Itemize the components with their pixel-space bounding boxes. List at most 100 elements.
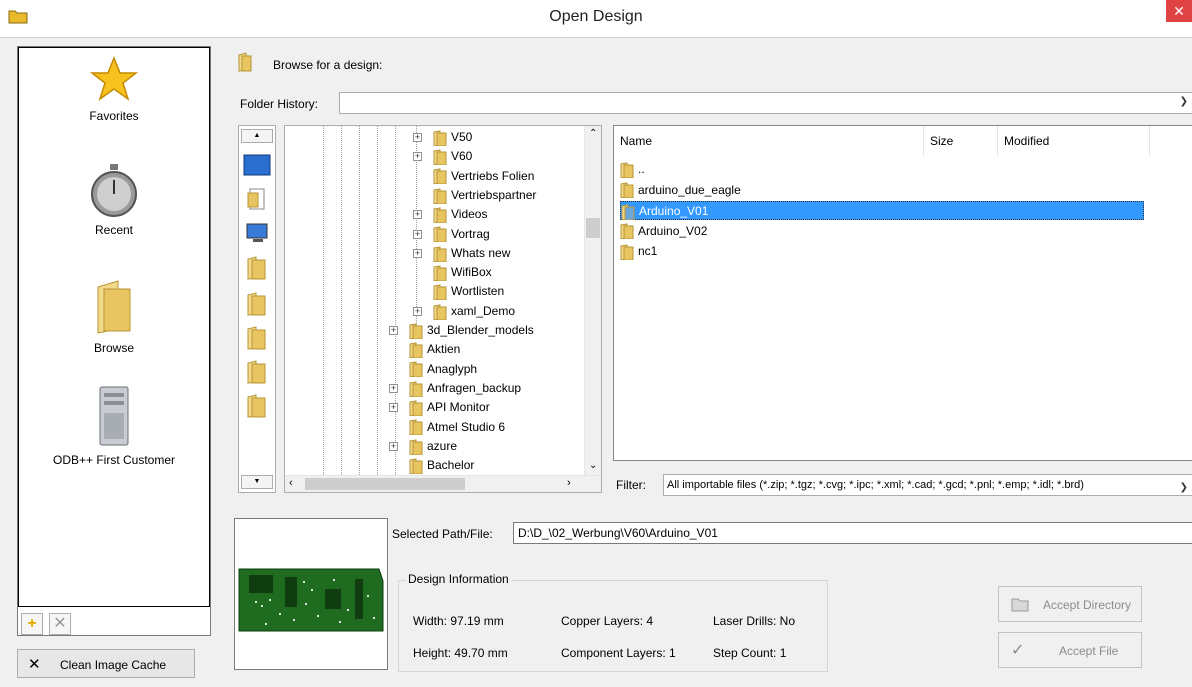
file-row[interactable]: Arduino_V02 xyxy=(620,222,707,241)
tree-item[interactable]: Bachelor xyxy=(409,456,474,475)
clean-cache-label: Clean Image Cache xyxy=(60,658,167,672)
tree-item[interactable]: Aktien xyxy=(409,340,460,359)
tree-hscroll-thumb[interactable] xyxy=(305,478,465,490)
tree-expander-icon[interactable]: + xyxy=(413,306,422,316)
folder-history-combo[interactable]: ❯ xyxy=(339,92,1192,114)
clean-image-cache-button[interactable]: ✕ Clean Image Cache xyxy=(17,649,195,678)
tree-expander-icon[interactable]: + xyxy=(413,133,422,142)
folder-icon xyxy=(433,207,447,224)
tree-item-label: V60 xyxy=(451,149,473,164)
documents-icon[interactable] xyxy=(247,188,267,210)
tree-item-label: Vertriebs Folien xyxy=(451,168,535,183)
tree-item[interactable]: Atmel Studio 6 xyxy=(409,418,505,437)
desktop-icon[interactable] xyxy=(243,154,271,176)
tree-guide-line xyxy=(323,126,324,475)
places-scroll-down-button[interactable]: ▼ xyxy=(241,475,273,489)
tree-expander-icon[interactable]: + xyxy=(389,403,398,413)
file-row[interactable]: Arduino_V01 xyxy=(620,201,1144,221)
browse-folder-icon xyxy=(238,52,252,72)
tree-vertical-scrollbar[interactable]: ⌃ ⌄ xyxy=(584,126,601,475)
scroll-left-icon[interactable]: ‹ xyxy=(289,477,293,489)
tree-item[interactable]: xaml_Demo xyxy=(433,302,515,321)
checkmark-icon: ✓ xyxy=(1011,642,1025,659)
tree-item-label: API Monitor xyxy=(427,400,490,415)
tree-item-label: xaml_Demo xyxy=(451,303,516,318)
column-header-size[interactable]: Size xyxy=(924,126,998,156)
folder-shortcut-icon[interactable] xyxy=(247,394,267,418)
selected-path-field[interactable]: D:\D_\02_Werbung\V60\Arduino_V01 xyxy=(513,522,1192,544)
star-icon xyxy=(90,55,138,101)
scroll-up-icon[interactable]: ⌃ xyxy=(589,128,597,139)
tree-item[interactable]: Whats new xyxy=(433,244,510,263)
folder-icon xyxy=(433,130,447,146)
tree-item[interactable]: V60 xyxy=(433,147,472,166)
file-row[interactable]: .. xyxy=(620,160,645,179)
scroll-right-icon[interactable]: › xyxy=(567,477,571,489)
tree-expander-icon[interactable]: + xyxy=(413,248,422,258)
column-header-modified[interactable]: Modified xyxy=(998,126,1150,156)
tree-expander-icon[interactable]: + xyxy=(389,326,398,335)
nav-item-favorites[interactable]: Favorites xyxy=(18,55,210,123)
folder-icon xyxy=(433,303,447,320)
tree-item[interactable]: Wortlisten xyxy=(433,282,504,301)
tree-expander-icon[interactable]: + xyxy=(389,383,398,393)
tree-horizontal-scrollbar[interactable]: ‹ › xyxy=(285,475,601,492)
folder-shortcut-icon[interactable] xyxy=(247,256,267,280)
tree-item[interactable]: Anaglyph xyxy=(409,360,477,379)
tree-item-label: Bachelor xyxy=(427,458,475,473)
file-row[interactable]: nc1 xyxy=(620,242,657,261)
tree-expander-icon[interactable]: + xyxy=(389,441,398,451)
computer-icon[interactable] xyxy=(245,222,271,244)
file-name: .. xyxy=(638,162,645,176)
tree-expander-icon[interactable]: + xyxy=(413,152,422,162)
tree-item[interactable]: V50 xyxy=(433,128,472,147)
column-header-name[interactable]: Name xyxy=(614,126,924,156)
accept-directory-button[interactable]: Accept Directory xyxy=(998,586,1142,622)
file-row[interactable]: arduino_due_eagle xyxy=(620,181,741,200)
tree-item[interactable]: Vortrag xyxy=(433,225,490,244)
nav-item-recent[interactable]: Recent xyxy=(18,163,210,237)
folder-icon xyxy=(409,381,423,397)
tree-item[interactable]: API Monitor xyxy=(409,398,490,417)
tree-guide-line xyxy=(341,126,342,475)
close-button[interactable]: ✕ xyxy=(1166,0,1192,22)
scroll-down-icon[interactable]: ⌄ xyxy=(589,460,597,471)
folder-tree[interactable]: V50 + V60 + Vertriebs Folien Vertriebspartner… xyxy=(284,125,602,493)
chevron-down-icon[interactable]: ❯ xyxy=(1175,478,1188,495)
filter-value: All importable files (*.zip; *.tgz; *.cv… xyxy=(667,479,1084,491)
tree-item[interactable]: Vertriebs Folien xyxy=(433,167,534,186)
folder-icon xyxy=(433,168,447,185)
nav-item-odb-customer[interactable]: ODB++ First Customer xyxy=(18,385,210,467)
folder-icon xyxy=(620,162,634,179)
folder-icon xyxy=(433,284,447,301)
places-scroll-up-button[interactable]: ▲ xyxy=(241,129,273,143)
tree-item[interactable]: Anfragen_backup xyxy=(409,379,521,398)
tree-item[interactable]: Videos xyxy=(433,205,487,224)
nav-item-browse[interactable]: Browse xyxy=(18,279,210,355)
folder-shortcut-icon[interactable] xyxy=(247,360,267,384)
folder-shortcut-icon[interactable] xyxy=(247,292,267,316)
remove-favorite-button[interactable]: ✕ xyxy=(49,613,71,635)
tree-scroll-thumb[interactable] xyxy=(586,218,600,238)
folder-shortcut-icon[interactable] xyxy=(247,326,267,350)
places-bar: ▲ ▼ xyxy=(238,125,276,493)
filter-combo[interactable]: All importable files (*.zip; *.tgz; *.cv… xyxy=(663,474,1192,496)
folder-icon xyxy=(433,226,447,243)
tree-item-label: Whats new xyxy=(451,245,511,260)
tree-item-label: azure xyxy=(427,438,458,453)
tree-item[interactable]: Vertriebspartner xyxy=(433,186,536,205)
tree-item[interactable]: azure xyxy=(409,437,457,456)
tree-item[interactable]: WifiBox xyxy=(433,263,492,282)
close-icon: ✕ xyxy=(1173,3,1185,19)
add-favorite-button[interactable]: + xyxy=(21,613,43,635)
clean-cache-icon: ✕ xyxy=(28,656,41,673)
accept-file-button[interactable]: ✓ Accept File xyxy=(998,632,1142,668)
tree-expander-icon[interactable]: + xyxy=(413,229,422,239)
tree-expander-icon[interactable]: + xyxy=(413,210,422,220)
folder-icon xyxy=(620,223,634,240)
design-information-title: Design Information xyxy=(406,572,511,586)
file-list[interactable]: Name Size Modified .. arduino_due_eagle Ar… xyxy=(613,125,1192,461)
chevron-down-icon[interactable]: ❯ xyxy=(1180,96,1188,107)
tree-item[interactable]: 3d_Blender_models xyxy=(409,321,534,340)
folder-icon xyxy=(620,182,634,199)
